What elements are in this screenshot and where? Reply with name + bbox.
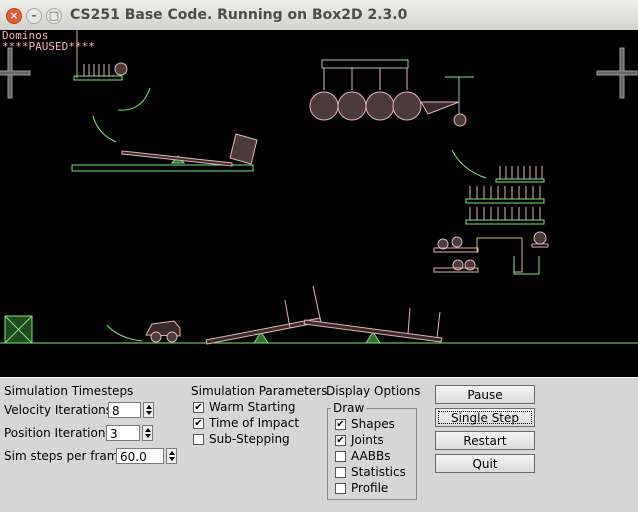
position-iterations-input[interactable]: 3 (106, 425, 140, 441)
simulation-drawing (0, 30, 638, 345)
static-shelf (495, 178, 545, 183)
paused-status: ****PAUSED**** (2, 40, 95, 53)
quit-button[interactable]: Quit (435, 454, 535, 473)
box (229, 133, 258, 165)
joints-checkbox[interactable]: ✔ (335, 435, 346, 446)
cradle-bar (321, 59, 409, 69)
sim-steps-input[interactable]: 60.0 (116, 448, 164, 464)
control-panel: Simulation Timesteps Velocity Iterations… (0, 377, 638, 512)
profile-checkbox[interactable] (335, 483, 346, 494)
static-shelf (465, 219, 545, 225)
ball (114, 62, 128, 76)
sim-steps-stepper[interactable] (166, 448, 177, 464)
shapes-label: Shapes (351, 417, 395, 431)
maximize-window-button[interactable]: □ (46, 8, 62, 24)
pulley-rope (476, 237, 523, 273)
static-cup (513, 256, 540, 275)
domino-row (469, 207, 541, 220)
seesaw-plank (121, 150, 233, 167)
title-bar[interactable]: × – □ CS251 Base Code. Running on Box2D … (0, 0, 638, 31)
params-heading: Simulation Parameters (191, 384, 328, 398)
display-heading: Display Options (326, 384, 421, 398)
curved-ramp (106, 324, 143, 342)
warm-starting-label: Warm Starting (209, 400, 296, 414)
sub-stepping-label: Sub-Stepping (209, 432, 290, 446)
aabbs-checkbox[interactable] (335, 451, 346, 462)
app-window: × – □ CS251 Base Code. Running on Box2D … (0, 0, 638, 512)
crosshair-icon (0, 47, 31, 99)
time-of-impact-checkbox[interactable]: ✔ (193, 418, 204, 429)
domino-row (469, 186, 541, 199)
draw-group-label: Draw (331, 401, 367, 415)
shapes-checkbox[interactable]: ✔ (335, 419, 346, 430)
aabbs-label: AABBs (351, 449, 391, 463)
curved-ramp (92, 115, 117, 143)
pause-button[interactable]: Pause (435, 385, 535, 404)
curved-ramp (451, 149, 487, 179)
joints-label: Joints (351, 433, 384, 447)
cart-wheel (150, 331, 162, 343)
timesteps-heading: Simulation Timesteps (4, 384, 134, 398)
sim-overlay-text: Dominos ****PAUSED**** (2, 30, 95, 52)
velocity-iterations-stepper[interactable] (143, 402, 154, 418)
static-shelf (73, 75, 123, 81)
restart-button[interactable]: Restart (435, 431, 535, 450)
static-shelf (465, 198, 545, 204)
profile-label: Profile (351, 481, 389, 495)
domino-row (499, 166, 543, 179)
open-box (407, 307, 441, 339)
position-iterations-label: Position Iterations (4, 426, 112, 440)
close-window-button[interactable]: × (6, 8, 22, 24)
static-platform (71, 164, 254, 172)
velocity-iterations-label: Velocity Iterations (4, 403, 113, 417)
statistics-checkbox[interactable] (335, 467, 346, 478)
pulley-ball (453, 113, 467, 127)
cradle-strings (323, 68, 408, 90)
time-of-impact-label: Time of Impact (209, 416, 300, 430)
cart-wheel (166, 331, 178, 343)
velocity-iterations-input[interactable]: 8 (108, 402, 141, 418)
sim-steps-label: Sim steps per frame (4, 449, 126, 463)
curved-ramp (117, 87, 151, 111)
single-step-button[interactable]: Single Step (435, 408, 535, 427)
wedge (420, 101, 460, 115)
window-title: CS251 Base Code. Running on Box2D 2.3.0 (70, 7, 408, 23)
crosshair-icon (596, 47, 638, 99)
domino-row (83, 64, 110, 76)
statistics-label: Statistics (351, 465, 406, 479)
warm-starting-checkbox[interactable]: ✔ (193, 402, 204, 413)
simulation-canvas[interactable]: Dominos ****PAUSED**** (0, 30, 638, 377)
pulley-platform (531, 243, 549, 248)
position-iterations-stepper[interactable] (142, 425, 153, 441)
cradle-balls (309, 91, 422, 121)
sub-stepping-checkbox[interactable] (193, 434, 204, 445)
minimize-window-button[interactable]: – (26, 8, 42, 24)
